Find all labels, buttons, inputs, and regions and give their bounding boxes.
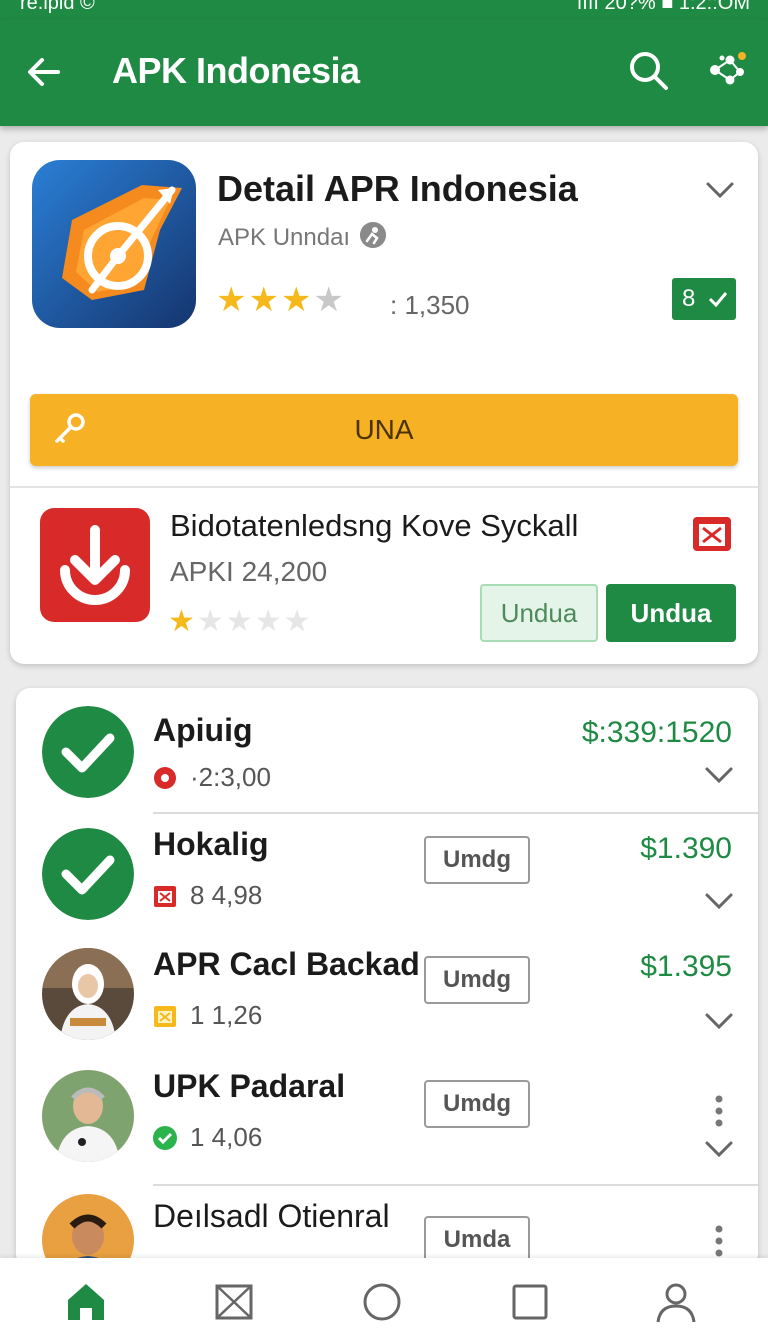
list-item[interactable]: APR Cacl Backad 1 1,26 Umdg $1.395: [16, 936, 758, 1056]
stars-empty: ★★★★: [196, 605, 313, 638]
secondary-download-button[interactable]: Undua: [480, 584, 598, 642]
suggestion-title[interactable]: Bidotatenledsng Kove Syckall: [170, 508, 578, 544]
main-action-label: UNA: [354, 414, 414, 445]
list-item[interactable]: Deılsadl Otienral Umda: [16, 1188, 758, 1268]
list-item[interactable]: Apiuig ·2:3,00 $:339:1520: [16, 688, 758, 814]
more-vert-icon[interactable]: [714, 1094, 724, 1128]
rating-count: : 1,350: [390, 290, 470, 320]
item-download-button[interactable]: Umdg: [424, 956, 530, 1004]
avatar: [42, 948, 134, 1040]
row-divider: [153, 1184, 758, 1186]
item-price: $1.395: [640, 950, 732, 983]
avatar: [42, 1070, 134, 1162]
share-icon[interactable]: [702, 46, 750, 94]
status-bar: re.ipid © ıııı 20?% ■ 1:2::OM: [0, 0, 768, 20]
list-item[interactable]: Hokalig 8 4,98 Umdg $1.390: [16, 814, 758, 934]
check-circle-icon: [42, 706, 134, 798]
stars-empty: ★: [313, 281, 346, 319]
circle-icon[interactable]: [360, 1280, 404, 1324]
chevron-down-icon[interactable]: [704, 890, 734, 912]
verified-icon: [360, 222, 386, 248]
app-detail-card: Detail APR Indonesia APK Unndaı ★★★★ : 1…: [10, 142, 758, 664]
item-meta-text: 8 4,98: [190, 880, 263, 910]
chevron-down-icon[interactable]: [704, 178, 736, 202]
item-download-button[interactable]: Umda: [424, 1216, 530, 1264]
check-circle-icon: [153, 1126, 177, 1150]
item-meta-text: 1 4,06: [190, 1122, 263, 1152]
list-item[interactable]: UPK Padaral 1 4,06 Umdg: [16, 1058, 758, 1186]
profile-icon[interactable]: [654, 1280, 698, 1324]
item-download-button[interactable]: Umdg: [424, 836, 530, 884]
app-icon[interactable]: [32, 160, 196, 328]
status-left: re.ipid ©: [20, 0, 95, 14]
check-icon: [708, 292, 728, 307]
detail-title: Detail APR Indonesia: [217, 168, 578, 209]
app-bar: APK Indonesia: [0, 20, 768, 126]
item-name: APR Cacl Backad: [153, 946, 420, 982]
item-name: Deılsadl Otienral: [153, 1198, 390, 1234]
chevron-down-icon[interactable]: [704, 1010, 734, 1032]
item-meta: ·2:3,00: [152, 762, 271, 793]
item-price: $1.390: [640, 832, 732, 865]
item-meta-text: 1 1,26: [190, 1000, 263, 1030]
status-right: ıııı 20?% ■ 1:2::OM: [576, 0, 750, 14]
item-name: Hokalig: [153, 826, 269, 862]
box-icon: [154, 1006, 176, 1027]
version-badge[interactable]: 8: [672, 278, 736, 320]
item-name: UPK Padaral: [153, 1068, 346, 1104]
item-name: Apiuig: [153, 712, 253, 748]
item-download-button[interactable]: Umdg: [424, 1080, 530, 1128]
bottom-navigation: [0, 1258, 768, 1344]
divider: [10, 486, 758, 488]
box-icon[interactable]: [212, 1280, 256, 1324]
main-action-button[interactable]: UNA: [30, 394, 738, 466]
app-title: APK Indonesia: [112, 50, 360, 91]
alert-icon: [154, 767, 176, 789]
item-meta-text: ·2:3,00: [190, 762, 271, 792]
rating-stars: ★★★★: [216, 280, 346, 320]
developer-name[interactable]: APK Unndaı: [218, 224, 350, 252]
app-list-card: Apiuig ·2:3,00 $:339:1520 Hokalig 8 4,98…: [16, 688, 758, 1268]
avatar: [42, 1194, 134, 1268]
check-circle-icon: [42, 828, 134, 920]
item-meta: 8 4,98: [152, 880, 262, 911]
square-icon[interactable]: [508, 1280, 552, 1324]
item-meta: 1 4,06: [152, 1122, 262, 1153]
stars-filled: ★★★: [216, 281, 314, 319]
box-x-icon: [154, 886, 176, 907]
chevron-down-icon[interactable]: [704, 764, 734, 786]
version-badge-label: 8: [682, 285, 696, 312]
item-meta: 1 1,26: [152, 1000, 262, 1031]
item-price: $:339:1520: [581, 716, 732, 749]
download-app-icon[interactable]: [40, 508, 150, 622]
home-icon[interactable]: [64, 1280, 108, 1324]
close-icon[interactable]: [690, 510, 734, 554]
back-arrow-icon[interactable]: [22, 50, 66, 94]
suggestion-stars: ★★★★★: [168, 604, 312, 639]
suggestion-subtitle: APKI 24,200: [170, 556, 328, 587]
stars-filled: ★: [168, 605, 197, 638]
chevron-down-icon[interactable]: [704, 1138, 734, 1160]
primary-download-button[interactable]: Undua: [606, 584, 736, 642]
search-icon[interactable]: [626, 48, 670, 92]
more-vert-icon[interactable]: [714, 1224, 724, 1258]
